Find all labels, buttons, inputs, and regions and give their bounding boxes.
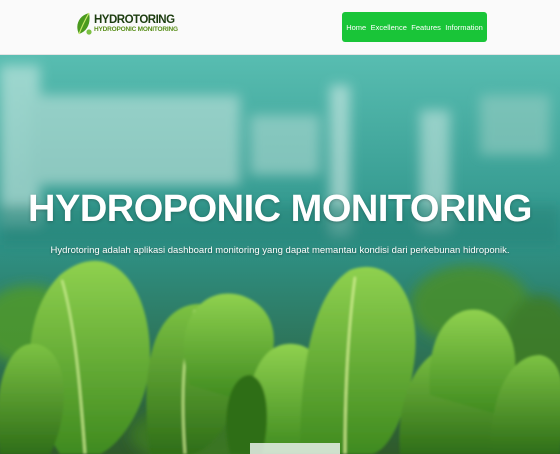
brand-name: HYDROTORING <box>94 13 175 26</box>
navbar: HYDROTORING HYDROPONIC MONITORING Home E… <box>0 0 560 55</box>
hero-section: HYDROPONIC MONITORING Hydrotoring adalah… <box>0 55 560 454</box>
nav-excellence[interactable]: Excellence <box>371 23 407 32</box>
leaf-icon <box>77 12 92 35</box>
brand-tagline: HYDROPONIC MONITORING <box>94 26 178 33</box>
nav-home[interactable]: Home <box>346 23 366 32</box>
hero-title: HYDROPONIC MONITORING <box>28 188 532 231</box>
nav-menu: Home Excellence Features Information <box>342 12 487 42</box>
brand-logo[interactable]: HYDROTORING HYDROPONIC MONITORING <box>76 12 178 36</box>
page: HYDROTORING HYDROPONIC MONITORING Home E… <box>0 0 560 454</box>
nav-information[interactable]: Information <box>445 23 483 32</box>
hero-description: Hydrotoring adalah aplikasi dashboard mo… <box>50 244 510 256</box>
nav-features[interactable]: Features <box>411 23 441 32</box>
